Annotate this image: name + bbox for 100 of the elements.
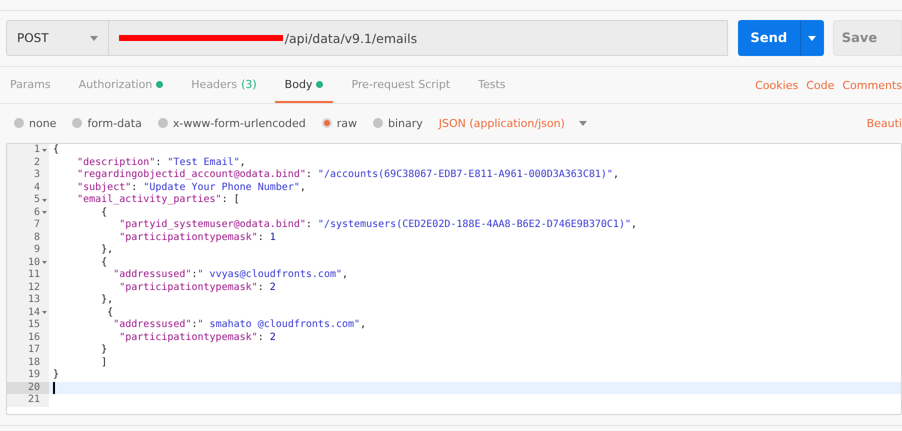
body-type-radio[interactable]: none xyxy=(14,116,56,130)
tab-label: Pre-request Script xyxy=(351,78,450,90)
line-number: 5 xyxy=(34,194,40,206)
fold-arrow-icon[interactable] xyxy=(42,311,47,314)
json-punctuation: { xyxy=(100,256,108,269)
line-number: 12 xyxy=(28,282,40,294)
line-number: 6 xyxy=(34,206,40,219)
save-button[interactable]: Save xyxy=(832,20,902,56)
json-punctuation: , xyxy=(240,156,246,169)
line-number: 11 xyxy=(28,269,40,282)
json-string: "/systemusers(CED2E02D-188E-4AA8-B6E2-D746E9B370C1)" xyxy=(318,219,631,232)
line-number: 3 xyxy=(34,169,40,182)
method-dropdown[interactable]: POST xyxy=(6,20,109,56)
fold-arrow-icon[interactable] xyxy=(42,148,47,152)
request-tab[interactable]: Tests xyxy=(468,67,516,103)
json-number: 1 xyxy=(270,232,276,244)
json-punctuation: : xyxy=(191,319,198,332)
line-number: 13 xyxy=(28,294,40,306)
json-punctuation: ] xyxy=(100,356,108,369)
tab-label: Params xyxy=(10,78,51,90)
line-number: 9 xyxy=(34,244,40,256)
json-punctuation: : xyxy=(258,232,265,244)
tab-label: Body xyxy=(284,78,312,90)
json-key: "participationtypemask" xyxy=(53,282,258,294)
line-number: 7 xyxy=(34,219,40,232)
line-number: 20 xyxy=(28,382,40,394)
caret-icon xyxy=(578,120,587,126)
line-number: 19 xyxy=(28,369,40,382)
json-punctuation: }, xyxy=(100,294,114,306)
url-text: /api/data/v9.1/emails xyxy=(284,30,418,46)
json-punctuation: , xyxy=(631,219,638,232)
json-punctuation: : xyxy=(191,269,198,282)
json-key: "description" xyxy=(53,156,156,169)
caret-icon xyxy=(90,36,98,40)
header-link[interactable]: Cookies xyxy=(755,78,798,92)
tab-label: Authorization xyxy=(78,78,152,90)
caret-icon xyxy=(808,36,816,40)
header-link[interactable]: Code xyxy=(806,78,834,92)
format-dropdown[interactable]: JSON (application/json) xyxy=(438,116,587,130)
line-number: 15 xyxy=(28,319,40,332)
fold-arrow-icon[interactable] xyxy=(42,211,47,214)
json-string: " smahato @cloudfronts.com" xyxy=(198,319,360,332)
json-key: "participationtypemask" xyxy=(53,232,258,244)
body-type-radio[interactable]: binary xyxy=(372,116,423,130)
send-button[interactable]: Send xyxy=(738,20,800,56)
request-tab[interactable]: Pre-request Script xyxy=(341,67,460,103)
json-number: 2 xyxy=(270,332,276,344)
json-punctuation: , xyxy=(612,169,619,182)
line-number: 2 xyxy=(34,156,40,169)
json-punctuation: : xyxy=(258,332,265,344)
json-punctuation: : xyxy=(306,219,313,232)
request-tab[interactable]: Headers (3) xyxy=(181,67,267,103)
json-key: "addressused" xyxy=(53,269,192,282)
json-punctuation: : xyxy=(258,282,265,294)
tab-label: Headers xyxy=(191,78,238,90)
json-key: "partyid_systemuser@odata.bind" xyxy=(53,219,306,232)
json-punctuation: : [ xyxy=(222,194,240,206)
beautify-link[interactable]: Beauti xyxy=(866,116,902,130)
tab-label: Tests xyxy=(478,78,506,90)
request-tab[interactable]: Authorization xyxy=(68,67,174,103)
json-punctuation: : xyxy=(131,182,138,194)
json-punctuation: }, xyxy=(100,244,114,256)
json-string: " vvyas@cloudfronts.com" xyxy=(198,269,342,282)
text-cursor xyxy=(53,382,55,394)
json-punctuation: , xyxy=(342,269,348,282)
fold-arrow-icon[interactable] xyxy=(42,261,47,264)
fold-arrow-icon[interactable] xyxy=(42,198,47,202)
send-options-button[interactable] xyxy=(800,20,824,56)
json-punctuation: } xyxy=(100,344,108,356)
json-punctuation: : xyxy=(306,169,313,182)
request-tab[interactable]: Body xyxy=(274,67,334,103)
line-number: 21 xyxy=(28,394,40,406)
json-key: "participationtypemask" xyxy=(53,332,258,344)
tab-count: (3) xyxy=(241,78,257,90)
body-type-radio[interactable]: form-data xyxy=(72,116,142,130)
line-number: 17 xyxy=(28,344,40,356)
json-punctuation: } xyxy=(53,369,60,382)
json-punctuation: { xyxy=(100,206,108,219)
line-number: 10 xyxy=(28,256,40,269)
json-punctuation: , xyxy=(300,182,306,194)
json-number: 2 xyxy=(270,282,276,294)
code-editor[interactable] xyxy=(6,143,902,415)
json-string: "/accounts(69C38067-EDB7-E811-A961-000D3A363C81)" xyxy=(318,169,613,182)
line-number: 16 xyxy=(28,332,40,344)
body-type-radio[interactable]: raw xyxy=(322,116,357,130)
json-punctuation: : xyxy=(155,156,162,169)
line-number: 18 xyxy=(28,356,40,369)
line-number: 14 xyxy=(28,306,40,319)
json-key: "subject" xyxy=(53,182,132,194)
line-number: 8 xyxy=(34,232,40,244)
line-number: 4 xyxy=(34,182,40,194)
line-number: 1 xyxy=(34,144,40,156)
request-tab[interactable]: Params xyxy=(0,67,61,103)
json-key: "email_activity_parties" xyxy=(53,194,222,206)
url-field[interactable]: /api/data/v9.1/emails xyxy=(108,20,728,56)
body-type-radio[interactable]: x-www-form-urlencoded xyxy=(158,116,306,130)
json-key: "regardingobjectid_account@odata.bind" xyxy=(53,169,306,182)
json-string: "Update Your Phone Number" xyxy=(143,182,300,194)
json-punctuation: { xyxy=(53,144,60,156)
header-link[interactable]: Comments xyxy=(842,78,902,92)
